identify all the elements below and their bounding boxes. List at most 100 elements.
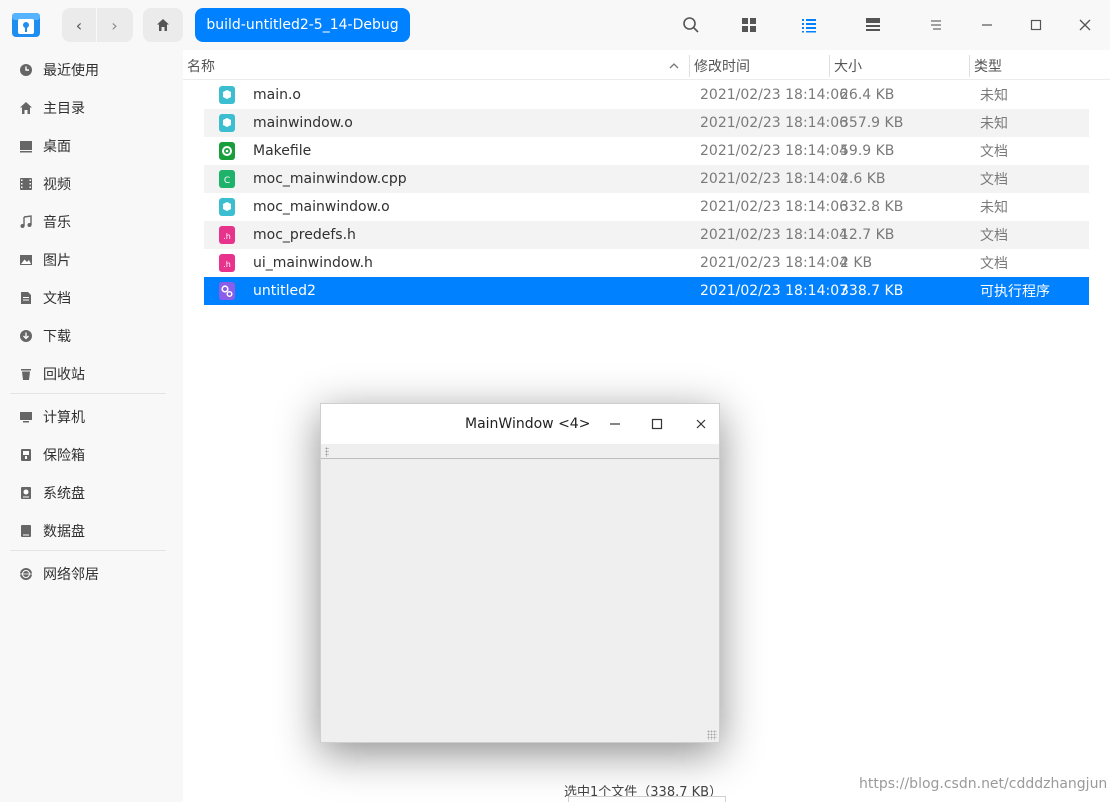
svg-text:.h: .h [223,260,231,269]
column-header-type[interactable]: 类型 [974,53,1002,79]
search-button[interactable] [679,13,703,37]
breadcrumb-current-folder[interactable]: build-untitled2-5_14-Debug [195,8,410,42]
main-menu-button[interactable] [924,13,948,37]
sidebar-item-label: 图片 [43,253,71,269]
mainwindow-minimize-button[interactable] [605,414,625,434]
video-icon [18,176,34,192]
column-header-name[interactable]: 名称 [187,53,215,79]
object-file-icon [219,198,235,216]
column-header-label: 名称 [187,59,215,75]
computer-icon [18,409,34,425]
home-icon [157,19,169,31]
sidebar-item-home[interactable]: 主目录 [10,91,170,125]
sidebar-item-network[interactable]: 网络邻居 [10,557,170,591]
titlebar: ‹ › build-untitled2-5_14-Debug [0,0,1110,50]
file-row-selected[interactable]: untitled2 2021/02/23 18:14:07 338.7 KB 可… [204,277,1089,305]
sidebar-item-pictures[interactable]: 图片 [10,243,170,277]
file-manager-app-icon[interactable] [11,9,41,39]
forward-button[interactable]: › [97,8,132,42]
minimize-icon [982,24,992,26]
file-size: 2.6 KB [840,171,886,187]
document-icon [18,290,34,306]
sidebar: 最近使用 主目录 桌面 视频 音乐 图片 文档 下载 回收站 计算机 保险箱 系… [0,50,182,802]
home-crumb-button[interactable] [143,8,183,42]
file-modified: 2021/02/23 18:14:04 [700,143,849,159]
network-icon [18,566,34,582]
back-button[interactable]: ‹ [62,8,97,42]
trash-icon [18,366,34,382]
file-name: main.o [253,87,301,103]
sort-ascending-icon[interactable] [668,60,680,72]
file-modified: 2021/02/23 18:14:04 [700,171,849,187]
icon-view-button[interactable] [737,13,761,37]
file-row[interactable]: .h ui_mainwindow.h 2021/02/23 18:14:04 2… [204,249,1089,277]
sidebar-item-label: 音乐 [43,215,71,231]
svg-text:.h: .h [223,232,231,241]
file-name: moc_mainwindow.o [253,199,390,215]
sidebar-item-recent[interactable]: 最近使用 [10,53,170,87]
sidebar-item-music[interactable]: 音乐 [10,205,170,239]
detail-view-button[interactable] [861,13,885,37]
sidebar-item-system-disk[interactable]: 系统盘 [10,476,170,510]
file-row[interactable]: Makefile 2021/02/23 18:14:04 59.9 KB 文档 [204,137,1089,165]
mainwindow-title: MainWindow <4> [465,416,591,432]
close-button[interactable] [1073,13,1097,37]
recent-icon [18,62,34,78]
file-row[interactable]: moc_mainwindow.o 2021/02/23 18:14:06 332… [204,193,1089,221]
column-divider[interactable] [969,55,970,77]
sidebar-item-label: 下载 [43,329,71,345]
sidebar-item-label: 网络邻居 [43,567,99,583]
column-header-size[interactable]: 大小 [834,53,862,79]
maximize-button[interactable] [1024,13,1048,37]
file-modified: 2021/02/23 18:14:07 [700,283,849,299]
navigation-buttons: ‹ › [62,8,133,42]
sidebar-item-documents[interactable]: 文档 [10,281,170,315]
file-row[interactable]: C moc_mainwindow.cpp 2021/02/23 18:14:04… [204,165,1089,193]
sidebar-item-trash[interactable]: 回收站 [10,357,170,391]
sidebar-item-vault[interactable]: 保险箱 [10,438,170,472]
file-size: 12.7 KB [840,227,895,243]
cpp-file-icon: C [219,170,235,188]
file-type: 文档 [980,172,1008,188]
sidebar-item-label: 视频 [43,177,71,193]
file-row[interactable]: main.o 2021/02/23 18:14:06 26.4 KB 未知 [204,81,1089,109]
mainwindow-dialog[interactable]: MainWindow <4> [320,403,720,743]
sidebar-item-desktop[interactable]: 桌面 [10,129,170,163]
desktop-icon [18,138,34,154]
mainwindow-maximize-button[interactable] [647,414,667,434]
column-divider[interactable] [829,55,830,77]
mainwindow-toolbar [321,444,719,459]
mainwindow-close-button[interactable] [691,414,711,434]
file-name: ui_mainwindow.h [253,255,373,271]
file-row[interactable]: .h moc_predefs.h 2021/02/23 18:14:04 12.… [204,221,1089,249]
file-type: 文档 [980,228,1008,244]
sidebar-item-videos[interactable]: 视频 [10,167,170,201]
object-file-icon [219,86,235,104]
close-icon [696,419,706,429]
sidebar-item-downloads[interactable]: 下载 [10,319,170,353]
sidebar-divider [10,393,166,394]
file-name: moc_predefs.h [253,227,356,243]
svg-text:C: C [224,176,230,186]
file-size: 59.9 KB [840,143,895,159]
minimize-icon [610,423,620,425]
column-divider[interactable] [689,55,690,77]
sidebar-item-computer[interactable]: 计算机 [10,400,170,434]
file-name: untitled2 [253,283,316,299]
object-file-icon [219,114,235,132]
sidebar-item-data-disk[interactable]: 数据盘 [10,514,170,548]
list-view-button[interactable] [797,13,821,37]
file-modified: 2021/02/23 18:14:04 [700,255,849,271]
minimize-button[interactable] [975,13,999,37]
file-row[interactable]: mainwindow.o 2021/02/23 18:14:06 357.9 K… [204,109,1089,137]
file-name: moc_mainwindow.cpp [253,171,407,187]
status-bar-frame [568,796,726,802]
system-disk-icon [18,485,34,501]
maximize-icon [651,418,663,430]
toolbar-grip-handle[interactable] [325,447,329,457]
file-type: 文档 [980,144,1008,160]
column-header-modified[interactable]: 修改时间 [694,53,750,79]
mainwindow-titlebar[interactable]: MainWindow <4> [321,404,719,444]
file-modified: 2021/02/23 18:14:06 [700,87,849,103]
resize-grip-handle[interactable] [707,730,717,740]
